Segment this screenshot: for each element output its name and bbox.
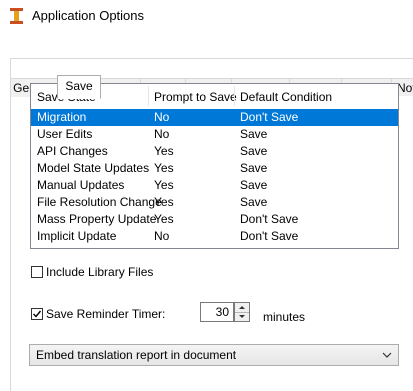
condition-cell: Don't Save <box>240 212 299 226</box>
save-state-cell: Model State Updates <box>37 161 150 175</box>
save-reminder-timer-checkbox[interactable] <box>31 308 43 320</box>
title-bar: Application Options <box>0 0 413 32</box>
reminder-minutes-input[interactable]: 30 <box>200 302 234 322</box>
save-state-cell: Mass Property Update <box>37 212 157 226</box>
chevron-up-icon <box>239 306 245 309</box>
save-state-cell: API Changes <box>37 144 108 158</box>
condition-cell: Don't Save <box>240 110 299 124</box>
list-row-model-state-updates[interactable]: Model State Updates Yes Save <box>31 160 398 177</box>
prompt-cell: No <box>154 127 170 141</box>
tab-save[interactable]: Save <box>57 75 101 99</box>
minutes-unit-label: minutes <box>263 310 306 324</box>
prompt-cell: No <box>154 110 170 124</box>
tab-strip: General Save File Colors Display Hardwar… <box>0 38 413 99</box>
prompt-cell: Yes <box>154 178 174 192</box>
reminder-minutes-spinner[interactable] <box>234 302 250 322</box>
list-row-migration[interactable]: Migration No Don't Save <box>31 109 398 126</box>
include-library-files-label[interactable]: Include Library Files <box>46 265 153 279</box>
prompt-cell: Yes <box>154 195 174 209</box>
translation-report-dropdown[interactable]: Embed translation report in document <box>29 344 399 366</box>
save-state-cell: Manual Updates <box>37 178 125 192</box>
window-title: Application Options <box>32 8 145 23</box>
list-row-user-edits[interactable]: User Edits No Save <box>31 126 398 143</box>
save-state-cell: User Edits <box>37 127 93 141</box>
condition-cell: Save <box>240 127 268 141</box>
dropdown-selected-value: Embed translation report in document <box>36 348 237 362</box>
chevron-down-icon <box>239 315 245 318</box>
list-row-implicit-update[interactable]: Implicit Update No Don't Save <box>31 228 398 245</box>
condition-cell: Save <box>240 195 268 209</box>
condition-cell: Save <box>240 161 268 175</box>
app-icon <box>10 8 23 24</box>
checkmark-icon <box>33 310 42 318</box>
spin-down-button[interactable] <box>235 312 249 321</box>
save-state-cell: Migration <box>37 110 87 124</box>
list-row-file-resolution-change[interactable]: File Resolution Change Yes Save <box>31 194 398 211</box>
chevron-down-icon <box>382 352 392 358</box>
save-reminder-timer-label[interactable]: Save Reminder Timer: <box>46 307 165 321</box>
prompt-cell: Yes <box>154 212 174 226</box>
column-header-default-condition[interactable]: Default Condition <box>234 84 374 108</box>
list-row-api-changes[interactable]: API Changes Yes Save <box>31 143 398 160</box>
save-state-cell: File Resolution Change <box>37 195 162 209</box>
prompt-cell: Yes <box>154 144 174 158</box>
include-library-files-checkbox[interactable] <box>31 266 43 278</box>
save-state-list[interactable]: Save State Prompt to Save Default Condit… <box>30 83 399 249</box>
prompt-cell: Yes <box>154 161 174 175</box>
condition-cell: Save <box>240 144 268 158</box>
prompt-cell: No <box>154 229 170 243</box>
condition-cell: Don't Save <box>240 229 299 243</box>
list-row-manual-updates[interactable]: Manual Updates Yes Save <box>31 177 398 194</box>
save-state-cell: Implicit Update <box>37 229 117 243</box>
list-row-mass-property-update[interactable]: Mass Property Update Yes Don't Save <box>31 211 398 228</box>
column-header-prompt-to-save[interactable]: Prompt to Save <box>148 84 237 108</box>
condition-cell: Save <box>240 178 268 192</box>
